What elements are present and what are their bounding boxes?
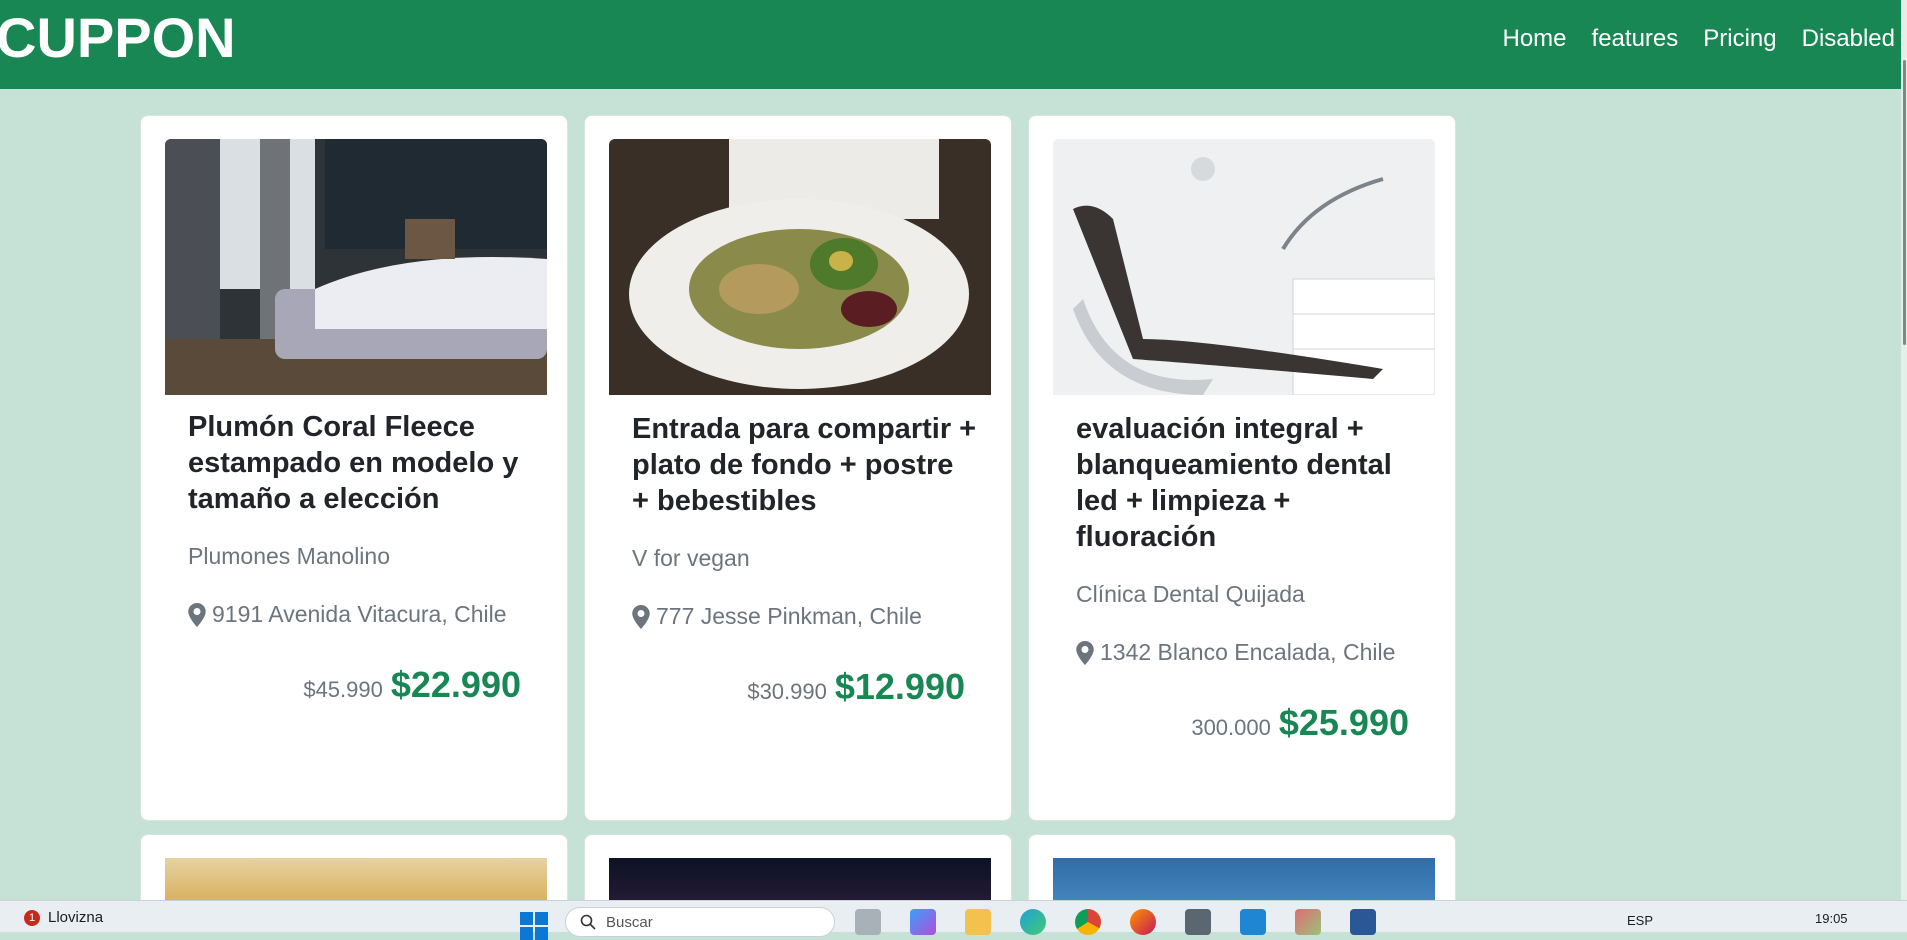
nav-disabled-link[interactable]: Disabled xyxy=(1802,22,1895,56)
location-pin-icon xyxy=(188,602,206,627)
original-price: 300.000 xyxy=(1191,715,1271,740)
search-placeholder: Buscar xyxy=(606,913,653,931)
brand-logo[interactable]: CUPPON xyxy=(0,10,236,66)
location-text: 1342 Blanco Encalada, Chile xyxy=(1100,639,1396,665)
nav-pricing-link[interactable]: Pricing xyxy=(1703,22,1776,56)
language-indicator[interactable]: ESP xyxy=(1627,913,1653,928)
copilot-icon[interactable] xyxy=(910,909,936,935)
firefox-icon[interactable] xyxy=(1130,909,1156,935)
taskbar-search-input[interactable]: Buscar xyxy=(565,907,835,937)
discount-price: $12.990 xyxy=(834,666,965,707)
nav-features-link[interactable]: features xyxy=(1592,22,1679,56)
deal-location: 1342 Blanco Encalada, Chile xyxy=(1076,639,1395,666)
notification-badge: 1 xyxy=(24,909,40,926)
location-text: 9191 Avenida Vitacura, Chile xyxy=(212,601,507,627)
deal-location: 777 Jesse Pinkman, Chile xyxy=(632,603,922,630)
deal-card[interactable]: Plumón Coral Fleece estampado en modelo … xyxy=(140,115,568,821)
original-price: $45.990 xyxy=(303,677,383,702)
vendor-name: Clínica Dental Quijada xyxy=(1076,581,1305,607)
discount-price: $22.990 xyxy=(390,664,521,705)
nav-home-link[interactable]: Home xyxy=(1503,22,1567,56)
location-pin-icon xyxy=(1076,640,1094,665)
bedroom-bed-photo xyxy=(165,139,547,395)
original-price: $30.990 xyxy=(747,679,827,704)
nav-links: Home features Pricing Disabled xyxy=(1503,22,1896,56)
vendor-name: V for vegan xyxy=(632,545,750,571)
dental-clinic-photo xyxy=(1053,139,1435,395)
deal-card[interactable]: Entrada para compartir + plato de fondo … xyxy=(584,115,1012,821)
deal-title[interactable]: Plumón Coral Fleece estampado en modelo … xyxy=(188,409,533,517)
task-view-icon[interactable] xyxy=(855,909,881,935)
windows-taskbar: 1 Llovizna Buscar ESP 19:05 xyxy=(0,900,1907,940)
scrollbar-thumb[interactable] xyxy=(1903,60,1906,345)
search-icon xyxy=(580,914,596,930)
deal-location: 9191 Avenida Vitacura, Chile xyxy=(188,601,507,628)
weather-widget[interactable]: 1 Llovizna xyxy=(24,909,103,926)
windows-start-icon[interactable] xyxy=(520,912,548,940)
location-pin-icon xyxy=(632,604,650,629)
file-explorer-icon[interactable] xyxy=(965,909,991,935)
weather-text: Llovizna xyxy=(48,909,104,926)
deal-card[interactable]: evaluación integral + blanqueamiento den… xyxy=(1028,115,1456,821)
chrome-icon[interactable] xyxy=(1075,909,1101,935)
salad-plate-photo xyxy=(609,139,991,395)
vendor-name: Plumones Manolino xyxy=(188,543,391,569)
discount-price: $25.990 xyxy=(1278,702,1409,743)
edge-icon[interactable] xyxy=(1020,909,1046,935)
calculator-icon[interactable] xyxy=(1185,909,1211,935)
vscode-icon[interactable] xyxy=(1240,909,1266,935)
deal-title[interactable]: evaluación integral + blanqueamiento den… xyxy=(1076,411,1421,555)
page-scrollbar[interactable] xyxy=(1901,0,1907,900)
navbar: CUPPON Home features Pricing Disabled xyxy=(0,0,1905,89)
deal-price: $45.990 $22.990 xyxy=(303,664,521,706)
word-icon[interactable] xyxy=(1350,909,1376,935)
deal-price: 300.000 $25.990 xyxy=(1191,702,1409,744)
clock[interactable]: 19:05 xyxy=(1815,911,1848,926)
app-icon[interactable] xyxy=(1295,909,1321,935)
deal-title[interactable]: Entrada para compartir + plato de fondo … xyxy=(632,411,977,519)
location-text: 777 Jesse Pinkman, Chile xyxy=(656,603,922,629)
deal-price: $30.990 $12.990 xyxy=(747,666,965,708)
